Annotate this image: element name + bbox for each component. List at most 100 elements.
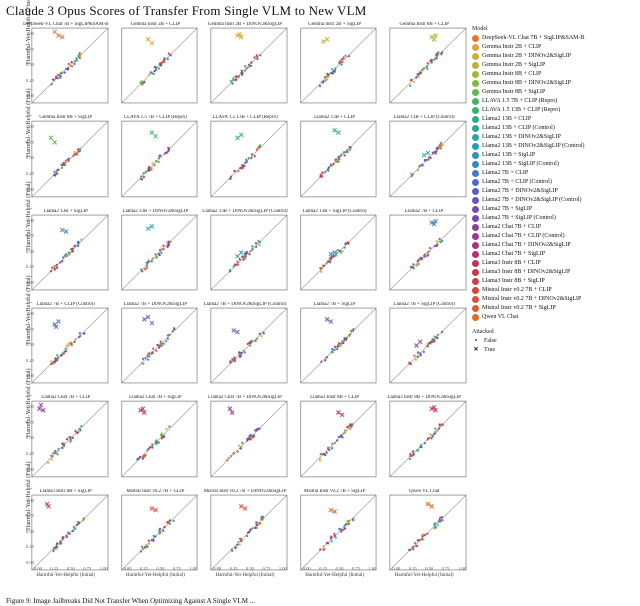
chart-grid: DeepSeek-VL Chat 7B + SigLIP&SAM-BHarmfu… xyxy=(0,19,470,579)
legend-shape-true: ✕ True xyxy=(472,346,632,355)
y-ticks: 0.000.250.500.751.00 xyxy=(26,498,34,565)
scatter-plot xyxy=(291,208,379,299)
legend-item-label: LLAVA 1.5 13B + CLIP (Repro) xyxy=(482,106,560,115)
x-axis-label: Harmful-Yet-Helpful (Initial) xyxy=(291,573,379,578)
subplot: Gemma Instr 2B + SigLIP xyxy=(291,21,379,112)
legend-item: Gemma Instr 2B + CLIP xyxy=(472,43,632,52)
subplot: Gemma Instr 8B + CLIP xyxy=(380,21,468,112)
x-axis-label: Harmful-Yet-Helpful (Initial) xyxy=(380,573,468,578)
subplot: Llama2 7B + DINOv2&SigLIP (Control) xyxy=(201,301,289,392)
scatter-plot xyxy=(201,301,289,392)
subplot: Llama2 13B + CLIP (Control) xyxy=(380,114,468,205)
legend-heading-models: Model xyxy=(472,25,632,34)
legend-swatch-icon xyxy=(472,278,479,285)
subplot: Mistral Instr v0.2 7B + SigLIPHarmful-Ye… xyxy=(291,488,379,579)
subplot: Llama2 Chat 7B + SigLIP xyxy=(112,394,200,485)
legend-item-label: Mistral Instr v0.2 7B + SigLIP xyxy=(482,304,556,313)
subplot: Llama2 13B + DINOv2&SigLIP (Control) xyxy=(201,208,289,299)
legend-item-label: Llama2 13B + CLIP xyxy=(482,115,531,124)
legend-swatch-icon xyxy=(472,224,479,231)
legend-swatch-icon xyxy=(472,44,479,51)
legend-swatch-icon xyxy=(472,53,479,60)
subplot: Gemma Instr 2B + DINOv2&SigLIP xyxy=(201,21,289,112)
legend-item-label: Llama3 Instr 8B + SigLIP xyxy=(482,277,545,286)
legend-item-label: Mistral Instr v0.2 7B + CLIP xyxy=(482,286,552,295)
legend-item-label: Qwen VL Chat xyxy=(482,313,518,322)
subplot: Llama2 13B + SigLIP (Control) xyxy=(291,208,379,299)
subplot: Llama2 7B + SigLIP (Control) xyxy=(380,301,468,392)
legend-item-label: Gemma Instr 8B + SigLIP xyxy=(482,88,545,97)
legend-item: Llama2 7B + SigLIP (Control) xyxy=(472,214,632,223)
legend-item-label: Llama2 13B + SigLIP (Control) xyxy=(482,160,559,169)
legend-item: Llama2 7B + SigLIP xyxy=(472,205,632,214)
legend-swatch-icon xyxy=(472,188,479,195)
legend-item: Qwen VL Chat xyxy=(472,313,632,322)
legend-item-label: Gemma Instr 2B + DINOv2&SigLIP xyxy=(482,52,571,61)
legend-item: Llama2 7B + CLIP (Control) xyxy=(472,178,632,187)
legend-item-label: Llama3 Instr 8B + DINOv2&SigLIP xyxy=(482,268,570,277)
scatter-plot xyxy=(380,21,468,112)
legend-item-label: DeepSeek-VL Chat 7B + SigLIP&SAM-B xyxy=(482,34,585,43)
legend-swatch-icon xyxy=(472,35,479,42)
legend-swatch-icon xyxy=(472,107,479,114)
scatter-plot xyxy=(291,114,379,205)
scatter-plot xyxy=(112,114,200,205)
legend-item-label: Llama2 7B + DINOv2&SigLIP (Control) xyxy=(482,196,582,205)
legend-item: Llama2 13B + CLIP xyxy=(472,115,632,124)
legend-item: Gemma Instr 8B + SigLIP xyxy=(472,88,632,97)
scatter-plot xyxy=(22,301,110,392)
subplot: Llama2 13B + DINOv2&SigLIP xyxy=(112,208,200,299)
x-ticks: 0.000.250.500.751.00 xyxy=(213,566,287,571)
legend-swatch-icon xyxy=(472,197,479,204)
scatter-plot xyxy=(380,208,468,299)
subplot: Llama2 7B + DINOv2&SigLIP xyxy=(112,301,200,392)
legend-item: Llama2 13B + DINOv2&SigLIP xyxy=(472,133,632,142)
legend-swatch-icon xyxy=(472,305,479,312)
subplot: Gemma Instr 8B + SigLIPHarmful-Yet-Helpf… xyxy=(22,114,110,205)
figure-caption: Figure 9: Image Jailbreaks Did Not Trans… xyxy=(6,597,480,605)
scatter-plot xyxy=(380,394,468,485)
scatter-plot xyxy=(112,21,200,112)
subplot: LLAVA 1.5 13B + CLIP (Repro) xyxy=(201,114,289,205)
subplot: Llama2 7B + CLIP (Control)Harmful-Yet-He… xyxy=(22,301,110,392)
legend-item: Gemma Instr 2B + DINOv2&SigLIP xyxy=(472,52,632,61)
legend-item: Llama3 Instr 8B + CLIP xyxy=(472,259,632,268)
subplot: Qwen VL ChatHarmful-Yet-Helpful (Initial… xyxy=(380,488,468,579)
page-title: Claude 3 Opus Scores of Transfer From Si… xyxy=(0,0,640,19)
legend-swatch-icon xyxy=(472,152,479,159)
legend-item-label: Gemma Instr 2B + CLIP xyxy=(482,43,541,52)
legend-swatch-icon xyxy=(472,206,479,213)
legend-item: Llama2 Chat 7B + DINOv2&SigLIP xyxy=(472,241,632,250)
legend-item-label: Mistral Instr v0.2 7B + DINOv2&SigLIP xyxy=(482,295,581,304)
legend-swatch-icon xyxy=(472,179,479,186)
legend-item: Llama2 13B + CLIP (Control) xyxy=(472,124,632,133)
legend-item-label: Llama3 Instr 8B + CLIP xyxy=(482,259,541,268)
legend-item: Llama3 Instr 8B + SigLIP xyxy=(472,277,632,286)
scatter-plot xyxy=(291,394,379,485)
legend-item: Llama2 13B + DINOv2&SigLIP (Control) xyxy=(472,142,632,151)
scatter-plot xyxy=(201,114,289,205)
legend-item: LLAVA 1.5 13B + CLIP (Repro) xyxy=(472,106,632,115)
subplot: DeepSeek-VL Chat 7B + SigLIP&SAM-BHarmfu… xyxy=(22,21,110,112)
x-axis-label: Harmful-Yet-Helpful (Initial) xyxy=(201,573,289,578)
dot-icon: • xyxy=(472,337,480,346)
legend-item: Llama2 13B + SigLIP xyxy=(472,151,632,160)
legend-swatch-icon xyxy=(472,62,479,69)
legend-swatch-icon xyxy=(472,125,479,132)
scatter-plot xyxy=(22,114,110,205)
legend-item-label: Gemma Instr 8B + CLIP xyxy=(482,70,541,79)
legend-item: Llama2 Chat 7B + CLIP xyxy=(472,223,632,232)
subplot: Llama3 Instr 8B + SigLIPHarmful-Yet-Help… xyxy=(22,488,110,579)
legend-swatch-icon xyxy=(472,80,479,87)
legend-item: Llama2 7B + CLIP xyxy=(472,169,632,178)
legend-item-label: Llama2 13B + CLIP (Control) xyxy=(482,124,555,133)
subplot: Gemma Instr 2B + CLIP xyxy=(112,21,200,112)
legend-swatch-icon xyxy=(472,215,479,222)
scatter-plot xyxy=(291,301,379,392)
legend-swatch-icon xyxy=(472,269,479,276)
legend-item-label: Llama2 7B + SigLIP (Control) xyxy=(482,214,556,223)
legend-item-label: Llama2 7B + SigLIP xyxy=(482,205,532,214)
legend-item-label: Llama2 Chat 7B + CLIP xyxy=(482,223,541,232)
legend-item: Gemma Instr 8B + DINOv2&SigLIP xyxy=(472,79,632,88)
legend-item: Gemma Instr 2B + SigLIP xyxy=(472,61,632,70)
